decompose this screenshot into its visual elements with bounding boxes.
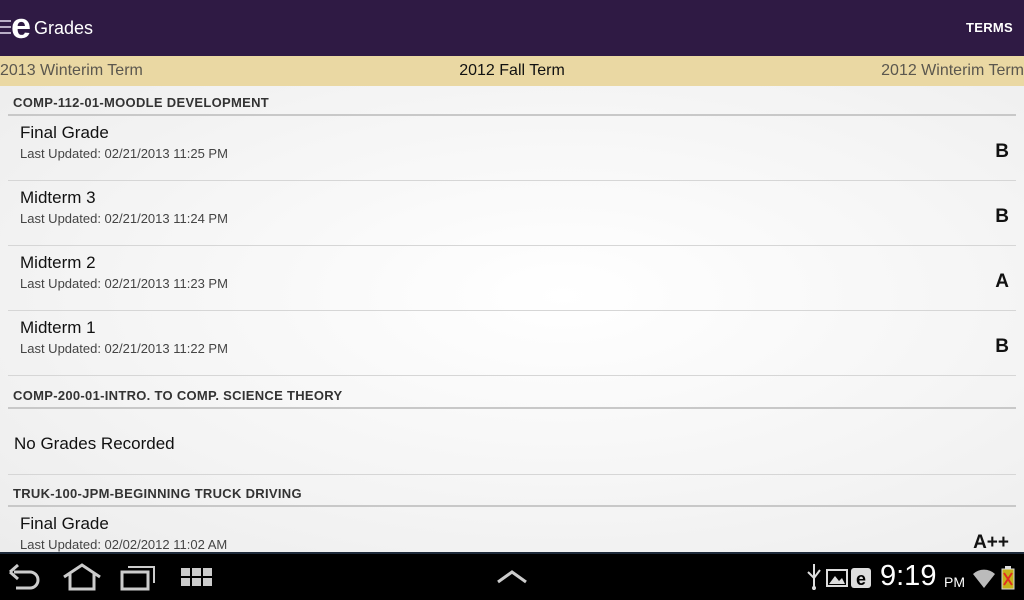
- course-header: COMP-112-01-MOODLE DEVELOPMENT: [8, 86, 1016, 116]
- grade-item-name: Midterm 3: [20, 188, 96, 207]
- clock-time: 9:19: [880, 560, 937, 592]
- current-term: 2012 Fall Term: [459, 62, 565, 79]
- grade-value: B: [995, 141, 1009, 162]
- grade-updated: Last Updated: 02/21/2013 11:22 PM: [20, 341, 228, 356]
- wifi-icon: [972, 562, 996, 592]
- grade-row[interactable]: Final Grade Last Updated: 02/02/2012 11:…: [8, 507, 1016, 552]
- course-section: COMP-112-01-MOODLE DEVELOPMENT Final Gra…: [8, 86, 1016, 376]
- course-name: COMP-112-01-MOODLE DEVELOPMENT: [13, 95, 270, 110]
- course-header: COMP-200-01-INTRO. TO COMP. SCIENCE THEO…: [8, 379, 1016, 409]
- grade-item-name: Final Grade: [20, 514, 109, 533]
- svg-text:e: e: [856, 569, 866, 589]
- course-name: TRUK-100-JPM-BEGINNING TRUCK DRIVING: [13, 486, 302, 501]
- page-title: Grades: [34, 18, 94, 38]
- system-nav-bar: e 9:19 PM: [0, 552, 1024, 600]
- battery-icon: [1000, 562, 1016, 592]
- grade-value: B: [995, 206, 1009, 227]
- no-grades-message: No Grades Recorded: [14, 434, 175, 453]
- chevron-up-icon[interactable]: [496, 562, 528, 592]
- grade-row[interactable]: Midterm 1 Last Updated: 02/21/2013 11:22…: [8, 311, 1016, 376]
- grade-updated: Last Updated: 02/02/2012 11:02 AM: [20, 537, 228, 552]
- grade-updated: Last Updated: 02/21/2013 11:23 PM: [20, 276, 228, 291]
- app-bar: e Grades TERMS: [0, 0, 1024, 56]
- home-icon[interactable]: [62, 562, 102, 592]
- grade-item-name: Midterm 1: [20, 318, 96, 337]
- app-e-icon: e: [850, 562, 872, 592]
- course-name: COMP-200-01-INTRO. TO COMP. SCIENCE THEO…: [13, 388, 343, 403]
- grade-value: A: [995, 271, 1009, 292]
- grade-updated: Last Updated: 02/21/2013 11:24 PM: [20, 211, 228, 226]
- grade-row[interactable]: Midterm 3 Last Updated: 02/21/2013 11:24…: [8, 181, 1016, 246]
- recent-apps-icon[interactable]: [120, 562, 158, 592]
- grades-list[interactable]: COMP-112-01-MOODLE DEVELOPMENT Final Gra…: [0, 86, 1024, 552]
- previous-term-tab[interactable]: 2013 Winterim Term: [0, 62, 143, 80]
- grade-value: B: [995, 336, 1009, 357]
- next-term-tab[interactable]: 2012 Winterim Term: [881, 62, 1024, 80]
- usb-icon: [804, 562, 824, 592]
- course-header: TRUK-100-JPM-BEGINNING TRUCK DRIVING: [8, 477, 1016, 507]
- grade-row[interactable]: Final Grade Last Updated: 02/21/2013 11:…: [8, 116, 1016, 181]
- grade-item-name: Midterm 2: [20, 253, 96, 272]
- app-logo[interactable]: e: [11, 6, 31, 46]
- menu-icon[interactable]: [0, 20, 11, 36]
- grade-row[interactable]: Midterm 2 Last Updated: 02/21/2013 11:23…: [8, 246, 1016, 311]
- term-switcher: 2012 Fall Term 2013 Winterim Term 2012 W…: [0, 56, 1024, 86]
- gallery-icon: [826, 562, 848, 592]
- grade-updated: Last Updated: 02/21/2013 11:25 PM: [20, 146, 228, 161]
- course-section: TRUK-100-JPM-BEGINNING TRUCK DRIVING Fin…: [8, 477, 1016, 552]
- grade-value: A++: [973, 532, 1009, 552]
- no-grades-row: No Grades Recorded: [8, 409, 1016, 475]
- grade-item-name: Final Grade: [20, 123, 109, 142]
- back-icon[interactable]: [8, 562, 44, 592]
- terms-button[interactable]: TERMS: [966, 19, 1013, 37]
- clock-ampm: PM: [944, 574, 965, 590]
- course-section: COMP-200-01-INTRO. TO COMP. SCIENCE THEO…: [8, 379, 1016, 475]
- app-grid-icon[interactable]: [180, 562, 214, 592]
